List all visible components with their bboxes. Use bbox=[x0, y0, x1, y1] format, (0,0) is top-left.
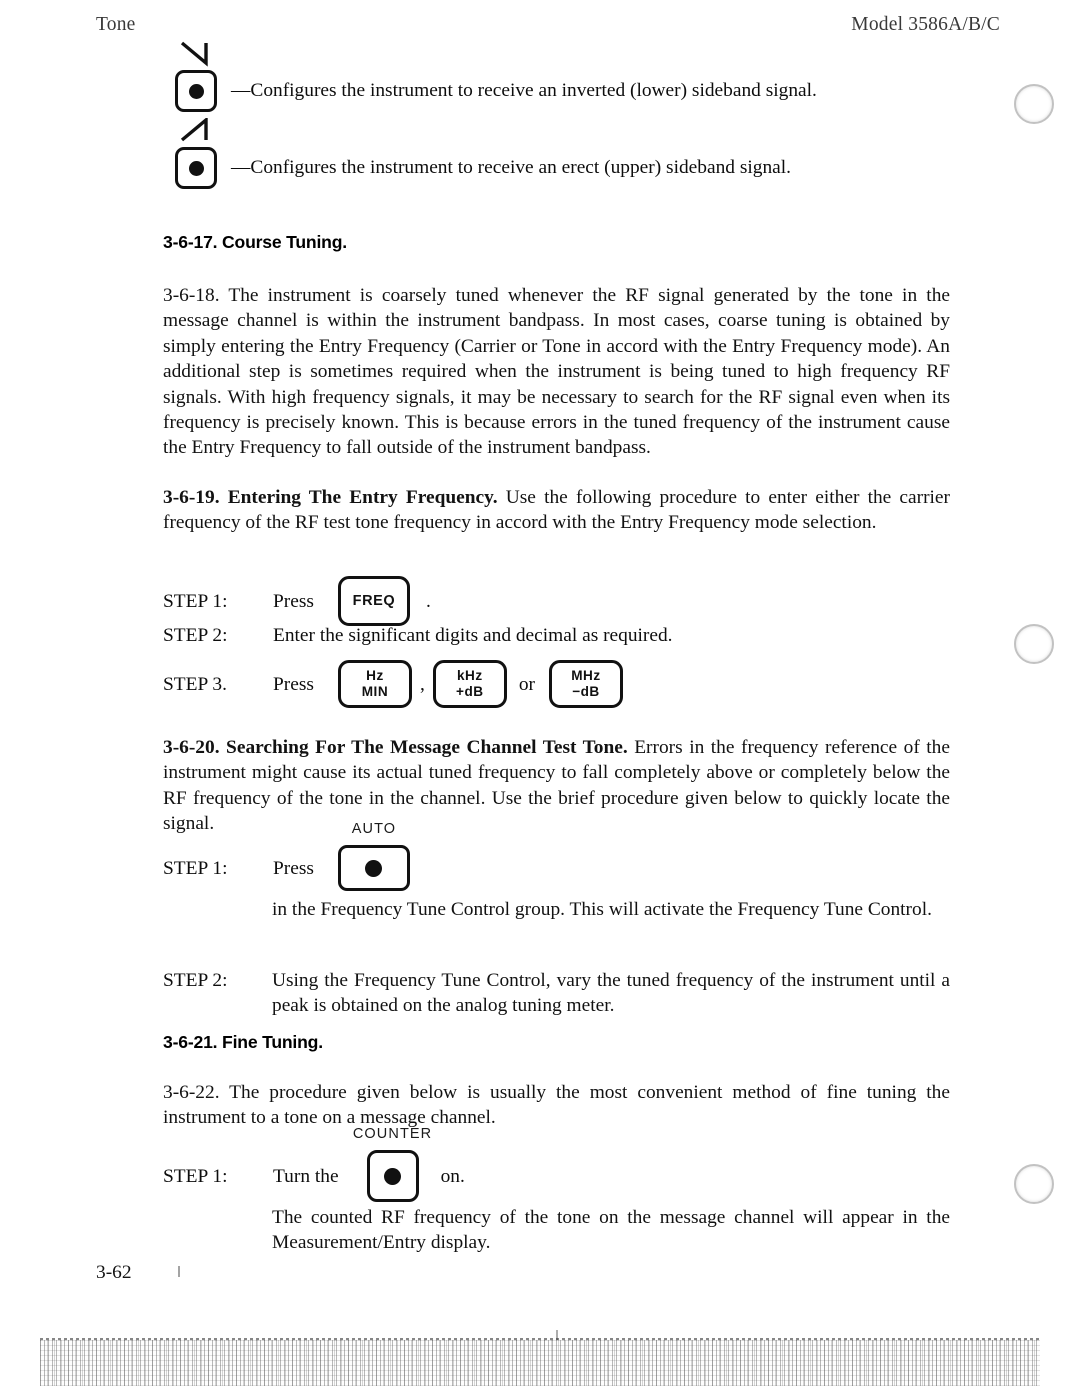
paragraph-3-6-20-lead: 3-6-20. Searching For The Message Channe… bbox=[163, 737, 628, 758]
entry-step-1-period: . bbox=[425, 590, 431, 612]
entry-step-3-label: STEP 3. bbox=[163, 673, 227, 695]
key-button-outline[interactable] bbox=[175, 147, 217, 189]
hz-min-key-button[interactable]: Hz MIN bbox=[337, 660, 412, 708]
entry-step-2-text: Enter the significant digits and decimal… bbox=[273, 625, 673, 646]
inverted-sideband-key bbox=[175, 41, 219, 112]
running-head: Tone Model 3586A/B/C bbox=[96, 14, 1000, 40]
round-indicator-dot-icon bbox=[188, 83, 204, 99]
fine-step-1-trailing: on. bbox=[440, 1165, 465, 1187]
counter-key-wrapper: COUNTER bbox=[353, 1126, 431, 1202]
entry-step-3-or: or bbox=[518, 673, 535, 695]
section-heading-course-tuning: 3-6-17. Course Tuning. bbox=[163, 232, 347, 252]
entry-step-1-row: STEP 1: Press FREQ . bbox=[163, 576, 431, 626]
entry-step-3-row: STEP 3. Press Hz MIN , kHz +dB or MHz −d… bbox=[163, 660, 623, 708]
round-indicator-dot-icon bbox=[188, 160, 204, 176]
running-head-right: Model 3586A/B/C bbox=[851, 14, 1000, 35]
counter-key-toplabel: COUNTER bbox=[352, 1126, 433, 1142]
khz-plusdb-key-line2: +dB bbox=[456, 684, 484, 699]
scanned-page: Tone Model 3586A/B/C —Configures the ins… bbox=[0, 0, 1080, 1397]
search-step-1-verb: Press bbox=[273, 857, 314, 879]
freq-key-button[interactable]: FREQ bbox=[337, 576, 410, 626]
erect-sideband-key bbox=[175, 118, 219, 189]
entry-step-2-label: STEP 2: bbox=[163, 625, 228, 646]
search-step-2-body: Using the Frequency Tune Control, vary t… bbox=[272, 970, 950, 1017]
khz-plusdb-key-button[interactable]: kHz +dB bbox=[432, 660, 507, 708]
mhz-minusdb-key-button[interactable]: MHz −dB bbox=[548, 660, 623, 708]
mhz-minusdb-key-line1: MHz bbox=[571, 668, 601, 683]
erect-sideband-triangle-icon bbox=[180, 118, 208, 142]
hole-punch-mark bbox=[1014, 624, 1054, 664]
page-number: 3-62 bbox=[96, 1262, 132, 1283]
key-button-outline[interactable] bbox=[175, 70, 217, 112]
paragraph-3-6-22: 3-6-22. The procedure given below is usu… bbox=[163, 1082, 950, 1129]
khz-plusdb-key-line1: kHz bbox=[456, 668, 483, 683]
counter-key-button[interactable] bbox=[366, 1150, 419, 1202]
search-step-2-row: STEP 2: bbox=[163, 968, 273, 993]
entry-step-2-row: STEP 2: Enter the significant digits and… bbox=[163, 623, 673, 648]
fine-step-1-row: STEP 1: Turn the COUNTER on. bbox=[163, 1126, 465, 1202]
paragraph-3-6-20: 3-6-20. Searching For The Message Channe… bbox=[163, 735, 950, 837]
section-heading-fine-tuning: 3-6-21. Fine Tuning. bbox=[163, 1032, 323, 1052]
fine-step-1-verb: Turn the bbox=[273, 1165, 339, 1187]
search-step-1-label: STEP 1: bbox=[163, 857, 228, 879]
round-indicator-dot-icon bbox=[365, 859, 383, 877]
hz-min-key-line1: Hz bbox=[366, 668, 384, 683]
entry-step-3-verb: Press bbox=[273, 673, 314, 695]
entry-step-1-label: STEP 1: bbox=[163, 590, 228, 612]
scan-speck bbox=[178, 1266, 180, 1277]
entry-step-1-verb: Press bbox=[273, 590, 314, 612]
running-head-left: Tone bbox=[96, 14, 136, 35]
hole-punch-mark bbox=[1014, 1164, 1054, 1204]
auto-key-wrapper: AUTO bbox=[337, 821, 410, 891]
auto-key-button[interactable] bbox=[337, 845, 410, 891]
hole-punch-mark bbox=[1014, 84, 1054, 124]
inverted-sideband-triangle-icon bbox=[180, 41, 208, 67]
sideband-item-erect: —Configures the instrument to receive an… bbox=[175, 118, 791, 189]
sideband-item-label: —Configures the instrument to receive an… bbox=[231, 156, 791, 178]
paragraph-3-6-19-lead: 3-6-19. Entering The Entry Frequency. bbox=[163, 487, 498, 508]
auto-key-toplabel: AUTO bbox=[351, 821, 397, 837]
mhz-minusdb-key-line2: −dB bbox=[572, 684, 600, 699]
paragraph-3-6-18: 3-6-18. The instrument is coarsely tuned… bbox=[163, 285, 950, 459]
sideband-item-label: —Configures the instrument to receive an… bbox=[231, 79, 817, 101]
search-step-1-row: STEP 1: Press AUTO bbox=[163, 821, 410, 891]
fine-step-1-body: The counted RF frequency of the tone on … bbox=[272, 1207, 950, 1254]
scan-noise-band bbox=[40, 1340, 1040, 1386]
round-indicator-dot-icon bbox=[384, 1167, 402, 1185]
search-step-1-body: in the Frequency Tune Control group. Thi… bbox=[272, 899, 932, 920]
paragraph-3-6-19: 3-6-19. Entering The Entry Frequency. Us… bbox=[163, 485, 950, 536]
sideband-item-inverted: —Configures the instrument to receive an… bbox=[175, 41, 817, 112]
entry-step-3-comma: , bbox=[419, 673, 425, 695]
hz-min-key-line2: MIN bbox=[361, 684, 389, 699]
search-step-2-label: STEP 2: bbox=[163, 970, 228, 991]
fine-step-1-label: STEP 1: bbox=[163, 1165, 228, 1187]
